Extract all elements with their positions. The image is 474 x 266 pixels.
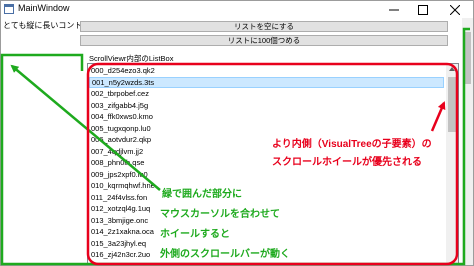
maximize-button[interactable] xyxy=(410,1,436,18)
fill-list-button[interactable]: リストに100個つめる xyxy=(80,35,448,46)
clear-list-button[interactable]: リストを空にする xyxy=(80,21,448,32)
list-item[interactable]: 001_n5y2wzds.3ts xyxy=(89,76,444,88)
list-item[interactable]: 000_d254ezo3.qk2 xyxy=(89,65,444,77)
green-annotation-line-1: 緑で囲んだ部分に xyxy=(162,185,242,200)
list-item[interactable]: 003_zifgabb4.j5g xyxy=(89,100,444,112)
minimize-icon xyxy=(389,9,399,10)
close-icon xyxy=(450,4,460,15)
list-item[interactable]: 009_jps2xpf0.lu0 xyxy=(89,169,444,181)
inner-scrollbar[interactable] xyxy=(446,64,458,265)
app-icon xyxy=(4,4,14,14)
list-item[interactable]: 014_2z1xakna.oca xyxy=(89,226,444,238)
list-item[interactable]: 002_tbrpobef.cez xyxy=(89,88,444,100)
close-button[interactable] xyxy=(442,1,468,18)
green-annotation-line-3: ホイールすると xyxy=(160,225,230,240)
minimize-button[interactable] xyxy=(381,1,407,18)
outer-scrollbar[interactable] xyxy=(462,18,473,265)
list-item[interactable]: 004_ffk0xws0.kmo xyxy=(89,111,444,123)
list-item[interactable]: 011_24f4vlss.fon xyxy=(89,192,444,204)
outer-scrollbar-thumb[interactable] xyxy=(464,32,471,84)
list-item[interactable]: 010_kqrmqhwf.hne xyxy=(89,180,444,192)
inner-scrollbar-thumb[interactable] xyxy=(448,77,456,132)
green-annotation-line-4: 外側のスクロールバーが動く xyxy=(160,245,290,260)
main-window: MainWindow とても縦に長いコントロール リストを空にする リストに10… xyxy=(0,0,474,266)
red-annotation-line-2: スクロールホイールが優先される xyxy=(272,153,422,168)
red-annotation-line-1: より内側（VisualTreeの子要素）の xyxy=(272,135,432,150)
list-item[interactable]: 005_tugxqonp.lu0 xyxy=(89,123,444,135)
green-annotation-line-2: マウスカーソルを合わせて xyxy=(160,205,280,220)
window-title: MainWindow xyxy=(18,3,70,13)
maximize-icon xyxy=(418,4,428,15)
scroll-up-arrow-icon[interactable] xyxy=(449,67,455,71)
title-bar[interactable]: MainWindow xyxy=(1,1,473,18)
